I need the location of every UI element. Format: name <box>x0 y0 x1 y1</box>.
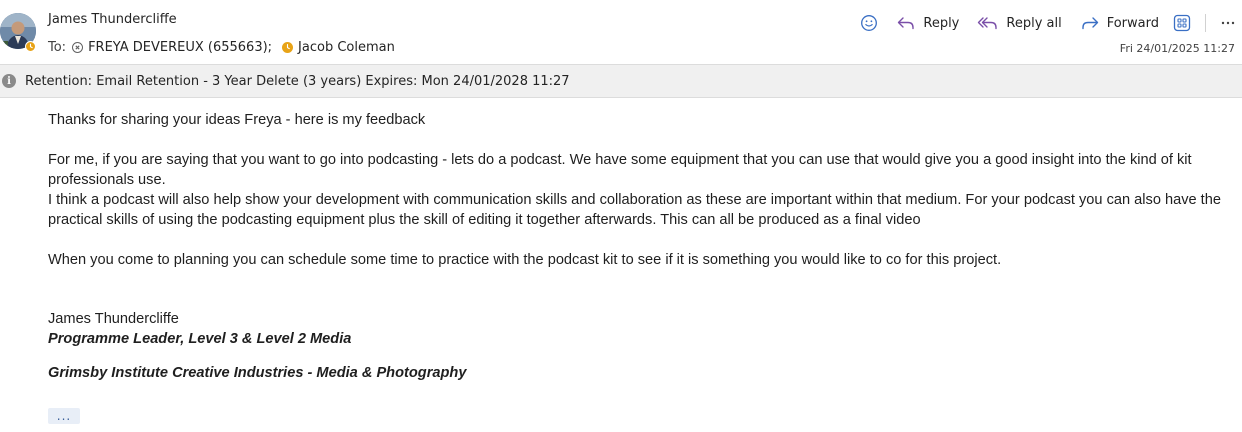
reply-all-icon <box>978 17 998 30</box>
body-paragraph: Thanks for sharing your ideas Freya - he… <box>48 112 426 128</box>
retention-text: Retention: Email Retention - 3 Year Dele… <box>25 73 570 89</box>
reply-icon <box>898 17 915 30</box>
recipient-name: FREYA DEVEREUX (655663); <box>88 40 273 55</box>
info-icon: i <box>2 74 16 88</box>
reply-all-button[interactable]: Reply all <box>977 12 1062 34</box>
message-header: James Thundercliffe To: FREYA DEVEREUX (… <box>0 0 1242 64</box>
reply-all-label: Reply all <box>1006 15 1062 31</box>
signature-org: Grimsby Institute Creative Industries - … <box>48 365 467 381</box>
reply-label: Reply <box>923 15 960 31</box>
signature-name: James Thundercliffe <box>48 311 179 327</box>
sender-name[interactable]: James Thundercliffe <box>48 12 177 27</box>
message-body: Thanks for sharing your ideas Freya - he… <box>48 110 1233 383</box>
emoji-icon[interactable] <box>860 12 878 34</box>
blocked-icon <box>72 42 84 53</box>
more-options-icon[interactable] <box>1220 12 1236 34</box>
recipient-freya[interactable]: FREYA DEVEREUX (655663); <box>72 40 272 55</box>
body-paragraph: For me, if you are saying that you want … <box>48 152 1192 188</box>
apps-icon[interactable] <box>1173 12 1191 34</box>
body-paragraph: I think a podcast will also help show yo… <box>48 192 1221 228</box>
body-paragraph: When you come to planning you can schedu… <box>48 252 1002 268</box>
recipient-jacob[interactable]: Jacob Coleman <box>282 40 395 55</box>
signature-role: Programme Leader, Level 3 & Level 2 Medi… <box>48 331 352 347</box>
to-label: To: <box>48 40 67 55</box>
recipient-name: Jacob Coleman <box>298 40 395 55</box>
toolbar-divider <box>1205 14 1206 32</box>
recipients-line: To: FREYA DEVEREUX (655663); Jacob Colem… <box>48 40 395 55</box>
away-status-icon <box>25 41 36 52</box>
message-date: Fri 24/01/2025 11:27 <box>1119 42 1235 55</box>
forward-label: Forward <box>1106 15 1159 31</box>
retention-banner: i Retention: Email Retention - 3 Year De… <box>0 64 1242 98</box>
away-status-icon <box>282 42 294 53</box>
forward-button[interactable]: Forward <box>1080 12 1159 34</box>
reply-button[interactable]: Reply <box>896 12 959 34</box>
show-more-button[interactable]: ... <box>48 408 80 424</box>
forward-icon <box>1082 17 1098 30</box>
message-actions: Reply Reply all Forward <box>860 12 1236 34</box>
